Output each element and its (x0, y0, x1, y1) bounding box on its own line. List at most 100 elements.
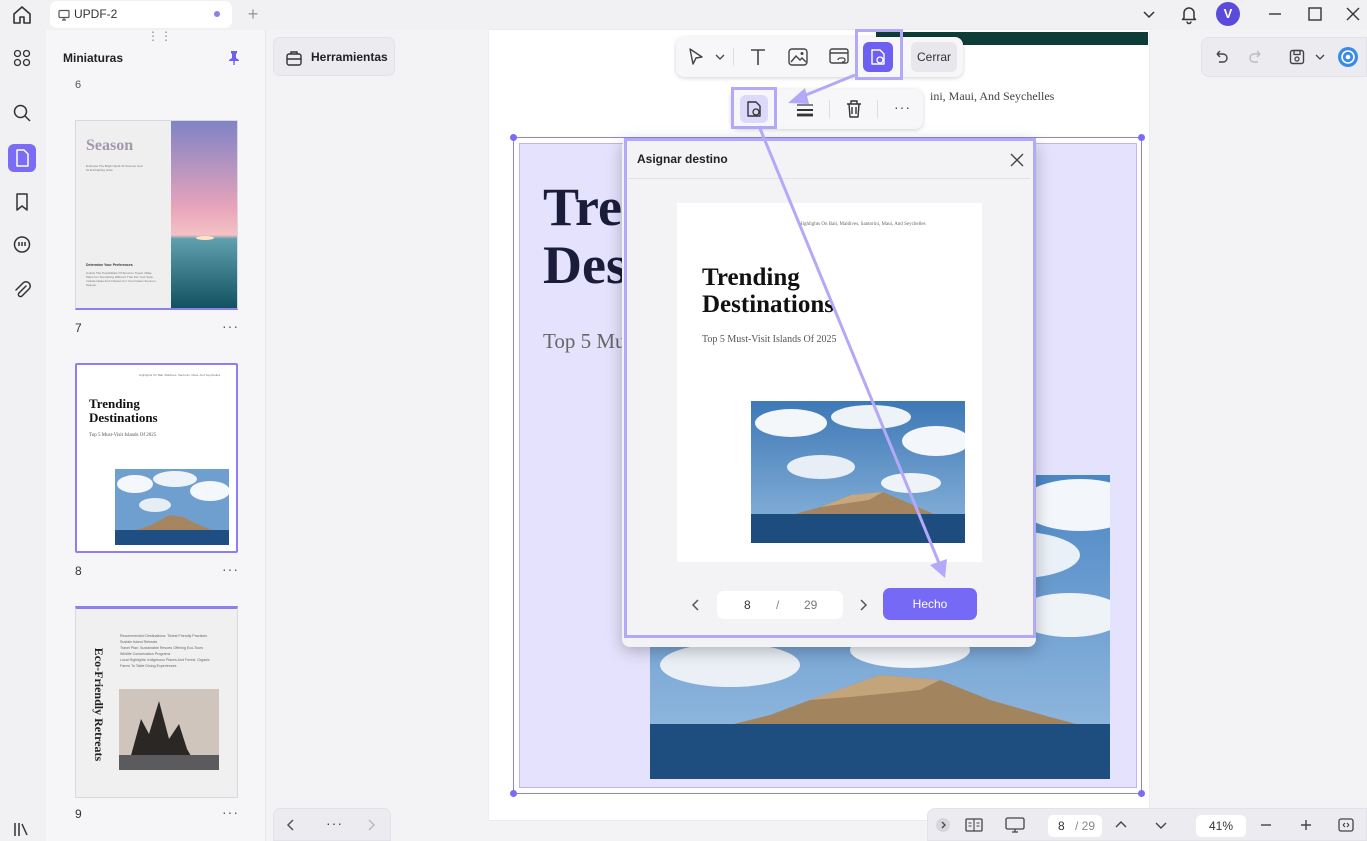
document-tab[interactable]: UPDF-2 (50, 1, 232, 28)
rail-bookmarks-button[interactable] (8, 188, 36, 216)
toolbar-separator (829, 100, 830, 118)
island-image (115, 469, 229, 545)
herramientas-label: Herramientas (311, 50, 388, 64)
comment-icon (13, 236, 31, 253)
thumb9-vertical-title: Eco-Friendly Retreats (92, 647, 106, 762)
ai-assistant-icon[interactable] (1337, 46, 1359, 68)
right-tools-bar (1201, 37, 1367, 77)
thumbnail-more-7[interactable]: ··· (222, 318, 239, 334)
toolbar-separator (877, 100, 878, 118)
rail-library-button[interactable] (8, 815, 36, 841)
text-icon[interactable] (746, 45, 770, 69)
unsaved-dot (214, 11, 220, 17)
chevron-left-icon[interactable] (284, 818, 298, 832)
chevron-up-icon[interactable] (1114, 818, 1128, 832)
link-toolbar: Cerrar (676, 37, 963, 77)
rail-search-button[interactable] (8, 99, 36, 127)
rock-coast-image (119, 689, 219, 770)
undo-icon[interactable] (1212, 48, 1230, 66)
document-header-text: ini, Maui, And Seychelles (930, 89, 1055, 103)
more-options-button[interactable]: ··· (894, 99, 911, 115)
thumbnail-page-7[interactable]: Season Embrace The Bright Spirit Of Summ… (75, 120, 238, 310)
thumb7-body: Unlock The Possibilities Of Summer Trave… (86, 271, 156, 287)
image-icon[interactable] (786, 45, 810, 69)
thumb8-title-1: Trending (89, 396, 140, 411)
library-icon (14, 823, 28, 836)
thumbnail-number-8: 8 (75, 564, 82, 578)
home-button[interactable] (10, 3, 34, 27)
resize-handle[interactable] (510, 790, 517, 797)
bookmark-icon (16, 193, 28, 211)
thumbnail-page-8[interactable]: Highlights On Bali, Maldives, Santorini,… (75, 363, 238, 553)
chevron-down-icon[interactable] (1154, 818, 1168, 832)
zoom-level[interactable]: 41% (1196, 815, 1246, 837)
toolbar-separator (733, 48, 734, 66)
pin-icon[interactable] (226, 50, 242, 66)
chevron-down-icon (1143, 11, 1155, 19)
document-subtitle: Top 5 Must-Visit Islands Of 2025 (543, 329, 623, 353)
thumb7-section: Determine Your Preferences (86, 263, 133, 267)
page-number-6: 6 (75, 79, 82, 91)
chevron-right-icon[interactable] (364, 818, 378, 832)
notifications-button[interactable] (1176, 2, 1202, 26)
monitor-icon (58, 9, 70, 21)
close-window-button[interactable] (1340, 2, 1366, 26)
thumbnail-more-8[interactable]: ··· (222, 561, 239, 577)
zoom-out-icon[interactable] (1259, 818, 1273, 832)
thumbnail-number-9: 9 (75, 807, 82, 821)
highlight-dialog (624, 138, 1036, 638)
minimize-icon (1269, 13, 1281, 15)
page-icon (16, 149, 29, 167)
collapse-icon[interactable] (935, 817, 951, 833)
new-tab-button[interactable]: + (243, 4, 263, 24)
resize-handle[interactable] (1138, 790, 1145, 797)
thumbnail-more-9[interactable]: ··· (222, 804, 239, 820)
thumbnail-page-9[interactable]: Eco-Friendly Retreats Recommended Destin… (75, 606, 238, 798)
presentation-icon[interactable] (1004, 816, 1026, 834)
bell-icon (1181, 7, 1197, 25)
resize-handle[interactable] (510, 134, 517, 141)
thumb8-header: Highlights On Bali, Maldives, Santorini,… (139, 373, 221, 377)
thumbnails-title: Miniaturas (63, 51, 124, 65)
cerrar-button[interactable]: Cerrar (911, 42, 957, 72)
page-nav-bar: ··· (273, 808, 391, 841)
thumbnail-number-7: 7 (75, 321, 82, 335)
web-link-icon[interactable] (827, 45, 851, 69)
paperclip-icon (15, 281, 31, 298)
thumb9-list: Recommended Destinations: Tiniest Friend… (120, 634, 210, 668)
document-title: Trending Destinations (543, 178, 623, 294)
herramientas-button[interactable]: Herramientas (273, 37, 395, 76)
line-style-icon[interactable] (793, 97, 817, 121)
sunset-image (171, 121, 237, 308)
page-nav-more[interactable]: ··· (326, 815, 343, 831)
thumb7-title: Season (86, 137, 134, 154)
fit-page-icon[interactable] (1337, 817, 1355, 833)
thumb8-title-2: Destinations (89, 410, 158, 425)
user-avatar[interactable]: V (1216, 2, 1240, 26)
rail-comments-button[interactable] (8, 231, 36, 259)
pointer-icon[interactable] (684, 45, 708, 69)
thumb7-intro: Embrace The Bright Spirit Of Summer And … (86, 164, 143, 172)
dropdown-button[interactable] (1136, 2, 1162, 26)
close-icon (1346, 7, 1360, 21)
minimize-button[interactable] (1262, 2, 1288, 26)
resize-handle[interactable] (1138, 134, 1145, 141)
page-layout-icon[interactable] (964, 816, 984, 834)
thumb8-subtitle: Top 5 Must-Visit Islands Of 2025 (89, 433, 157, 438)
tools-strip (266, 30, 402, 841)
trash-icon[interactable] (842, 97, 866, 121)
chevron-down-icon[interactable] (1314, 50, 1326, 64)
maximize-button[interactable] (1302, 2, 1328, 26)
redo-icon[interactable] (1247, 48, 1265, 66)
save-icon[interactable] (1288, 48, 1306, 66)
panel-grip[interactable]: ⋮⋮ (147, 30, 172, 42)
chevron-down-icon[interactable] (708, 45, 732, 69)
page-number-input[interactable]: 8 / 29 (1048, 815, 1102, 837)
search-icon (13, 104, 31, 122)
rail-attachments-button[interactable] (8, 276, 36, 304)
rail-thumbnails-button[interactable] (8, 144, 36, 172)
status-bar: 8 / 29 41% (927, 808, 1367, 841)
rail-apps-button[interactable] (8, 44, 36, 72)
tab-title: UPDF-2 (74, 7, 118, 21)
zoom-in-icon[interactable] (1299, 818, 1313, 832)
